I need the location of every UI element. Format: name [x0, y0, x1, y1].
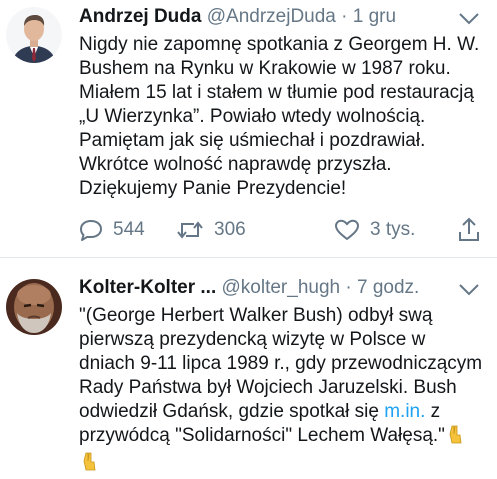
timestamp[interactable]: 1 gru — [353, 6, 396, 27]
handle[interactable]: @kolter_hugh — [222, 277, 341, 298]
chevron-down-icon[interactable] — [458, 283, 480, 297]
victory-hand-emoji — [447, 424, 467, 451]
avatar[interactable] — [6, 279, 62, 335]
like-icon — [335, 219, 359, 240]
avatar[interactable] — [6, 7, 62, 63]
handle[interactable]: @AndrzejDuda — [207, 6, 336, 27]
retweet-button[interactable]: 306 — [176, 216, 246, 244]
tweet-kolter[interactable]: Kolter-Kolter ... @kolter_hugh · 7 godz.… — [0, 258, 497, 479]
tweet-actions: 544 306 3 tys. — [79, 216, 489, 244]
tweet-andrzej-duda[interactable]: Andrzej Duda @AndrzejDuda · 1 gru Nigdy … — [0, 0, 497, 258]
display-name[interactable]: Andrzej Duda — [79, 6, 201, 27]
victory-hand-emoji — [81, 451, 101, 478]
like-button[interactable]: 3 tys. — [334, 216, 415, 244]
like-count: 3 tys. — [370, 219, 416, 240]
tweet-header: Kolter-Kolter ... @kolter_hugh · 7 godz. — [79, 276, 475, 300]
separator: · — [341, 6, 348, 27]
retweet-icon — [177, 221, 203, 239]
reply-button[interactable]: 544 — [79, 216, 145, 244]
share-button[interactable] — [457, 216, 491, 244]
separator: · — [345, 277, 352, 298]
tweet-header: Andrzej Duda @AndrzejDuda · 1 gru — [79, 5, 475, 29]
tweet-text: "(George Herbert Walker Bush) odbył swą … — [79, 304, 483, 478]
timestamp[interactable]: 7 godz. — [357, 277, 419, 298]
display-name[interactable]: Kolter-Kolter ... — [79, 277, 216, 298]
reply-count: 544 — [113, 219, 145, 240]
retweet-count: 306 — [214, 219, 246, 240]
reply-icon — [80, 220, 102, 241]
share-icon — [459, 217, 479, 241]
tweet-text: Nigdy nie zapomnę spotkania z Georgem H.… — [79, 34, 480, 199]
chevron-down-icon[interactable] — [458, 12, 480, 26]
abbreviation-link[interactable]: m.in. — [384, 401, 425, 422]
